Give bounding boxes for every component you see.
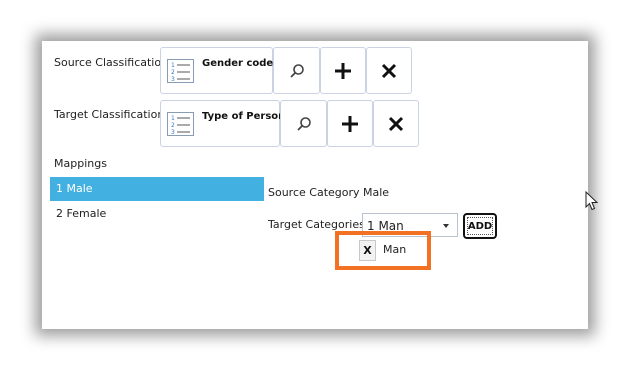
add-button-label: ADD [467, 220, 493, 232]
close-icon [388, 116, 404, 131]
svg-text:2: 2 [171, 69, 175, 76]
mapping-item-label: 1 Male [56, 182, 93, 195]
chevron-down-icon [443, 224, 449, 228]
source-clear-button[interactable] [366, 47, 412, 94]
target-add-button[interactable] [327, 100, 373, 147]
svg-text:3: 3 [171, 76, 175, 83]
source-classification-field[interactable]: 1 2 3 Gender codes [160, 47, 279, 94]
svg-text:2: 2 [171, 122, 175, 129]
mapping-item-female[interactable]: 2 Female [50, 202, 264, 226]
source-category-label: Source Category [268, 186, 360, 199]
mapping-item-label: 2 Female [56, 207, 107, 220]
target-classification-label: Target Classification [54, 108, 165, 121]
target-category-tag: Man [383, 243, 407, 256]
source-search-button[interactable] [273, 47, 320, 94]
mouse-pointer-icon [585, 191, 599, 211]
target-clear-button[interactable] [373, 100, 419, 147]
svg-text:1: 1 [171, 115, 175, 122]
close-icon [381, 63, 397, 78]
target-classification-value: Type of Person [202, 111, 286, 122]
numbered-list-icon: 1 2 3 [167, 112, 194, 136]
source-category-value: Male [363, 186, 390, 199]
source-classification-label: Source Classification [54, 56, 169, 69]
mappings-heading: Mappings [54, 157, 107, 170]
svg-text:1: 1 [171, 62, 175, 69]
target-categories-label: Target Categories [268, 218, 365, 231]
source-classification-value: Gender codes [202, 58, 280, 69]
numbered-list-icon: 1 2 3 [167, 59, 194, 83]
search-icon [296, 116, 311, 131]
target-search-button[interactable] [280, 100, 327, 147]
target-classification-field[interactable]: 1 2 3 Type of Person [160, 100, 285, 147]
plus-icon [335, 62, 351, 79]
search-icon [289, 63, 304, 78]
remove-tag-button[interactable]: X [359, 240, 376, 261]
remove-tag-label: X [363, 244, 372, 257]
source-add-button[interactable] [320, 47, 366, 94]
mapping-panel: Source Classification 1 2 3 Gender codes [42, 41, 588, 329]
add-target-category-button[interactable]: ADD [463, 213, 497, 239]
plus-icon [342, 115, 358, 132]
svg-text:3: 3 [171, 129, 175, 136]
mapping-item-male[interactable]: 1 Male [50, 177, 264, 201]
